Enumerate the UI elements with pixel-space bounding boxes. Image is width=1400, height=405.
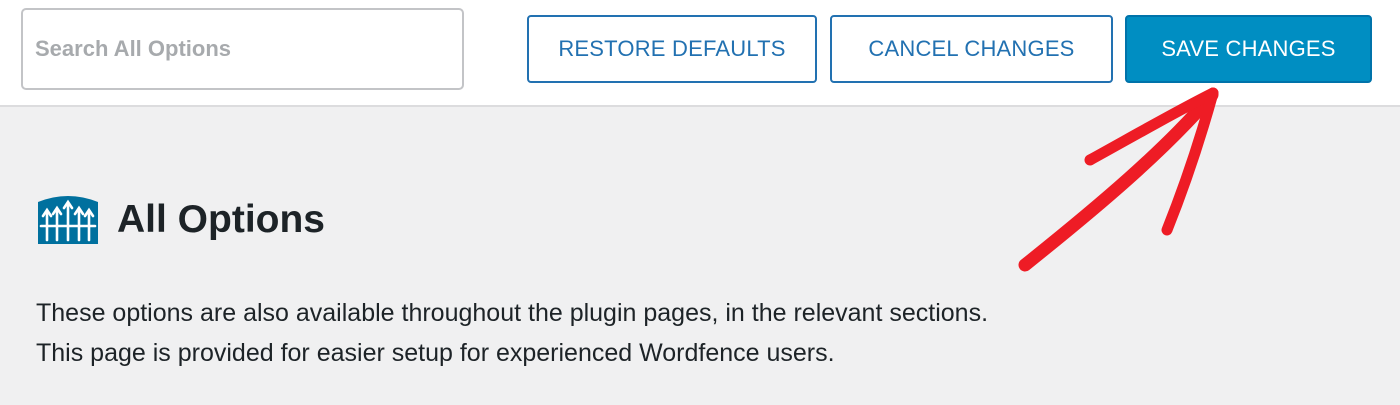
section-description: These options are also available through… [36,293,1186,373]
description-line-1: These options are also available through… [36,299,989,327]
cancel-changes-button[interactable]: CANCEL CHANGES [830,15,1113,83]
section-header: All Options [35,190,325,250]
restore-defaults-button[interactable]: RESTORE DEFAULTS [527,15,817,83]
options-toolbar: RESTORE DEFAULTS CANCEL CHANGES SAVE CHA… [0,0,1400,107]
wordfence-logo-icon [38,196,98,244]
page-title: All Options [117,198,325,241]
description-line-2: This page is provided for easier setup f… [36,339,835,367]
search-input[interactable] [21,8,464,90]
save-changes-button[interactable]: SAVE CHANGES [1125,15,1372,83]
